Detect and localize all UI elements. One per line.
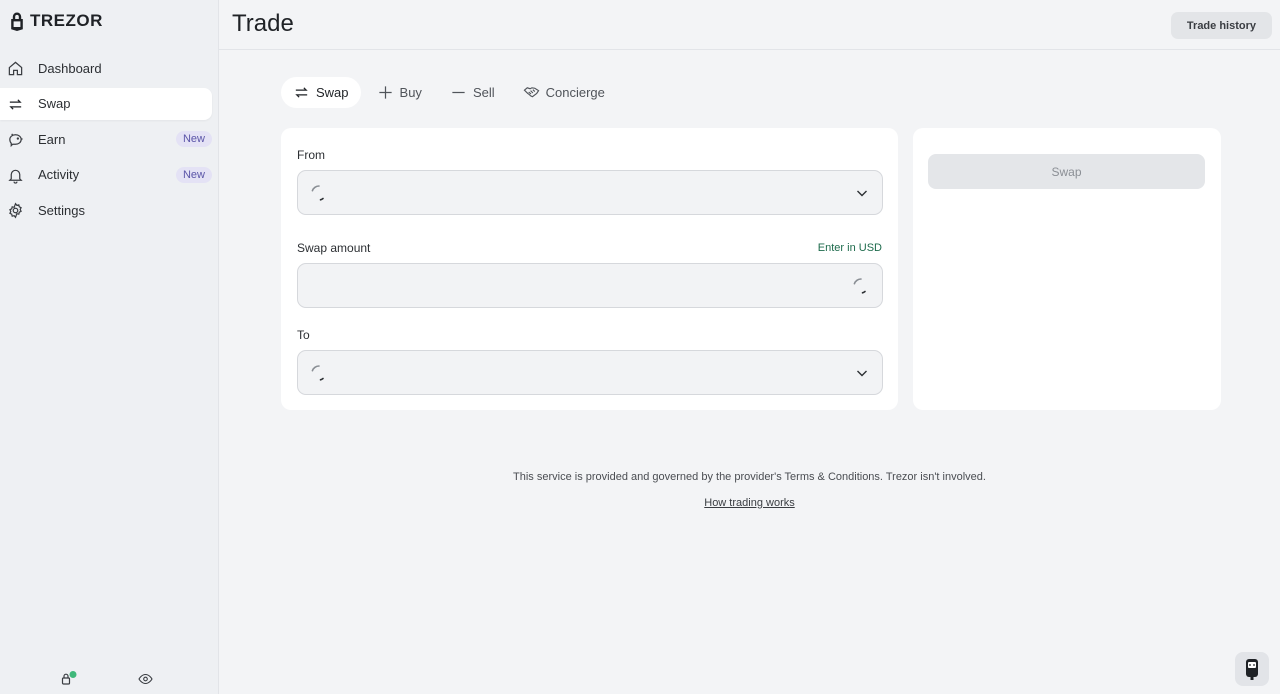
home-icon <box>8 61 23 76</box>
loading-spinner-icon <box>853 278 866 294</box>
swap-button[interactable]: Swap <box>928 154 1205 189</box>
trade-tabs: Swap Buy Sell Concierge <box>281 77 617 108</box>
to-select[interactable] <box>297 350 883 395</box>
trezor-lock-icon <box>11 12 23 31</box>
loading-spinner-icon <box>311 185 324 201</box>
swap-icon <box>295 87 308 98</box>
loading-spinner-icon <box>311 365 324 381</box>
sidebar-footer <box>0 664 219 694</box>
tab-label: Sell <box>472 85 495 100</box>
sidebar-item-swap[interactable]: Swap <box>0 87 212 120</box>
device-assistant-button[interactable] <box>1235 652 1269 686</box>
swap-summary-card: Swap <box>913 128 1221 410</box>
tab-label: Swap <box>316 85 349 100</box>
tab-label: Concierge <box>545 85 605 100</box>
how-trading-works-container: How trading works <box>219 497 1280 509</box>
trezor-device-icon <box>1246 659 1258 680</box>
swap-icon <box>9 98 22 110</box>
sidebar-item-dashboard[interactable]: Dashboard <box>0 52 212 84</box>
sidebar-item-label: Activity <box>38 167 80 182</box>
sidebar-item-label: Settings <box>38 202 85 218</box>
sidebar-item-activity[interactable]: Activity New <box>0 159 212 191</box>
sidebar-nav: Dashboard Swap Earn New Activity New Set… <box>0 52 219 230</box>
plus-icon <box>378 86 392 99</box>
eye-icon[interactable] <box>138 673 153 685</box>
page-header: Trade Trade history <box>219 0 1280 50</box>
page-title: Trade <box>232 10 294 37</box>
trade-history-button[interactable]: Trade history <box>1170 12 1272 39</box>
sidebar-item-label: Earn <box>38 131 66 147</box>
tab-sell[interactable]: Sell <box>438 77 507 108</box>
swap-amount-input[interactable] <box>297 263 883 308</box>
sidebar-item-label: Swap <box>38 96 71 111</box>
new-badge: New <box>175 131 212 147</box>
brand-name: TREZOR <box>30 11 103 30</box>
gear-icon <box>9 202 22 219</box>
lock-icon[interactable] <box>60 670 78 688</box>
to-label: To <box>297 328 310 342</box>
enter-in-usd-link[interactable]: Enter in USD <box>818 242 882 254</box>
bell-icon <box>8 169 23 184</box>
sidebar-item-settings[interactable]: Settings <box>0 194 212 226</box>
chevron-down-icon <box>857 190 867 197</box>
tab-concierge[interactable]: Concierge <box>511 77 617 108</box>
sidebar-item-label: Dashboard <box>38 60 102 76</box>
sidebar-item-earn[interactable]: Earn New <box>0 123 212 155</box>
swap-amount-label: Swap amount <box>297 241 371 255</box>
tab-buy[interactable]: Buy <box>365 77 434 108</box>
how-trading-works-link[interactable]: How trading works <box>704 497 794 509</box>
from-label: From <box>297 148 325 162</box>
from-select[interactable] <box>297 170 883 215</box>
handshake-icon <box>523 87 540 98</box>
minus-icon <box>452 91 465 94</box>
piggy-bank-icon <box>9 133 23 148</box>
new-badge: New <box>175 166 212 183</box>
tab-swap[interactable]: Swap <box>281 77 361 108</box>
swap-form-card: From Swap amount Enter in USD To <box>281 128 898 410</box>
trezor-logo[interactable]: TREZOR <box>10 10 103 32</box>
sidebar: TREZOR Dashboard Swap Earn New Activity … <box>0 0 219 694</box>
terms-disclaimer: This service is provided and governed by… <box>513 471 986 483</box>
chevron-down-icon <box>857 370 867 377</box>
tab-label: Buy <box>399 85 422 100</box>
